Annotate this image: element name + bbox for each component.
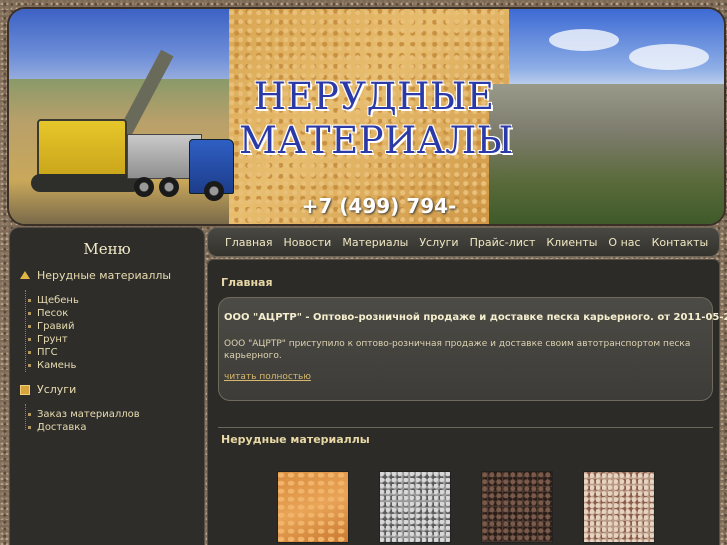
gravel-photo[interactable] — [379, 471, 451, 543]
nav-pricelist[interactable]: Прайс-лист — [470, 236, 536, 249]
triangle-icon — [20, 270, 30, 281]
sidebar-item-grunt[interactable]: Грунт — [28, 333, 79, 346]
open-pit-quarry-image — [489, 84, 724, 224]
bullet-icon — [28, 351, 31, 354]
bullet-icon — [28, 413, 31, 416]
sidebar-item-pesok[interactable]: Песок — [28, 307, 79, 320]
sidebar-item-label: Доставка — [37, 422, 87, 433]
soil-photo[interactable] — [481, 471, 553, 543]
cloud — [629, 44, 709, 70]
sidebar-menu: Меню Нерудные материаллы Щебень Песок Гр… — [9, 227, 205, 545]
square-icon — [20, 384, 30, 395]
news-card: ООО "АЦРТР" - Оптово-розничной продаже и… — [218, 297, 727, 401]
sidebar-sublist-services: Заказ материаллов Доставка — [28, 408, 140, 434]
sidebar-item-label: Камень — [37, 360, 77, 371]
sidebar-item-dostavka[interactable]: Доставка — [28, 421, 140, 434]
excavator-tracks — [31, 174, 141, 192]
bullet-icon — [28, 426, 31, 429]
section-divider — [218, 427, 713, 428]
header-banner: НЕРУДНЫЕ МАТЕРИАЛЫ +7 (499) 794-8232 — [9, 9, 724, 224]
sidebar-item-label: Заказ материаллов — [37, 409, 140, 420]
sky-right — [509, 9, 724, 94]
site-title-line2: МАТЕРИАЛЫ — [239, 119, 514, 162]
sidebar-title: Меню — [83, 240, 131, 258]
bullet-icon — [28, 338, 31, 341]
sidebar-item-kamen[interactable]: Камень — [28, 359, 79, 372]
nav-news[interactable]: Новости — [284, 236, 332, 249]
main-content: Главная ООО "АЦРТР" - Оптово-розничной п… — [207, 259, 727, 545]
sidebar-item-zakaz[interactable]: Заказ материаллов — [28, 408, 140, 421]
sidebar-item-label: Гравий — [37, 321, 75, 332]
sidebar-item-pgs[interactable]: ПГС — [28, 346, 79, 359]
nav-contacts[interactable]: Контакты — [652, 236, 709, 249]
sidebar-section-label: Нерудные материаллы — [37, 269, 172, 282]
nav-clients[interactable]: Клиенты — [546, 236, 597, 249]
news-body: ООО "АЦРТР" приступило к оптово-рознична… — [224, 339, 691, 361]
phone-number: +7 (499) 794-8232 — [301, 194, 457, 218]
sidebar-section-nerudnye[interactable]: Нерудные материаллы — [20, 269, 171, 282]
sidebar-item-graviy[interactable]: Гравий — [28, 320, 79, 333]
pgs-photo[interactable] — [583, 471, 655, 543]
sidebar-section-label: Услуги — [37, 383, 77, 396]
news-title[interactable]: ООО "АЦРТР" - Оптово-розничной продаже и… — [224, 312, 727, 323]
sidebar-sublist-materials: Щебень Песок Гравий Грунт ПГС Камень — [28, 294, 79, 372]
truck-wheel — [134, 177, 154, 197]
sidebar-item-shcheben[interactable]: Щебень — [28, 294, 79, 307]
site-title-line1: НЕРУДНЫЕ — [253, 75, 495, 118]
bullet-icon — [28, 364, 31, 367]
sidebar-section-uslugi[interactable]: Услуги — [20, 383, 76, 396]
tree-connector — [25, 404, 26, 430]
materials-heading: Нерудные материаллы — [221, 433, 370, 446]
bullet-icon — [28, 325, 31, 328]
nav-about[interactable]: О нас — [608, 236, 640, 249]
page-title: Главная — [221, 276, 273, 289]
top-navigation: Главная Новости Материалы Услуги Прайс-л… — [207, 227, 720, 257]
site-title: НЕРУДНЫЕ МАТЕРИАЛЫ — [239, 75, 514, 163]
sidebar-item-label: ПГС — [37, 347, 58, 358]
nav-materials[interactable]: Материалы — [342, 236, 408, 249]
truck-wheel — [204, 181, 224, 201]
sidebar-item-label: Песок — [37, 308, 69, 319]
sidebar-item-label: Грунт — [37, 334, 68, 345]
sidebar-item-label: Щебень — [37, 295, 79, 306]
read-more-link[interactable]: читать полностью — [224, 372, 311, 382]
excavator-image — [37, 119, 127, 179]
nav-home[interactable]: Главная — [225, 236, 273, 249]
tree-connector — [25, 290, 26, 372]
bullet-icon — [28, 299, 31, 302]
bullet-icon — [28, 312, 31, 315]
cloud — [549, 29, 619, 51]
nav-services[interactable]: Услуги — [419, 236, 458, 249]
truck-wheel — [159, 177, 179, 197]
sand-photo[interactable] — [277, 471, 349, 543]
